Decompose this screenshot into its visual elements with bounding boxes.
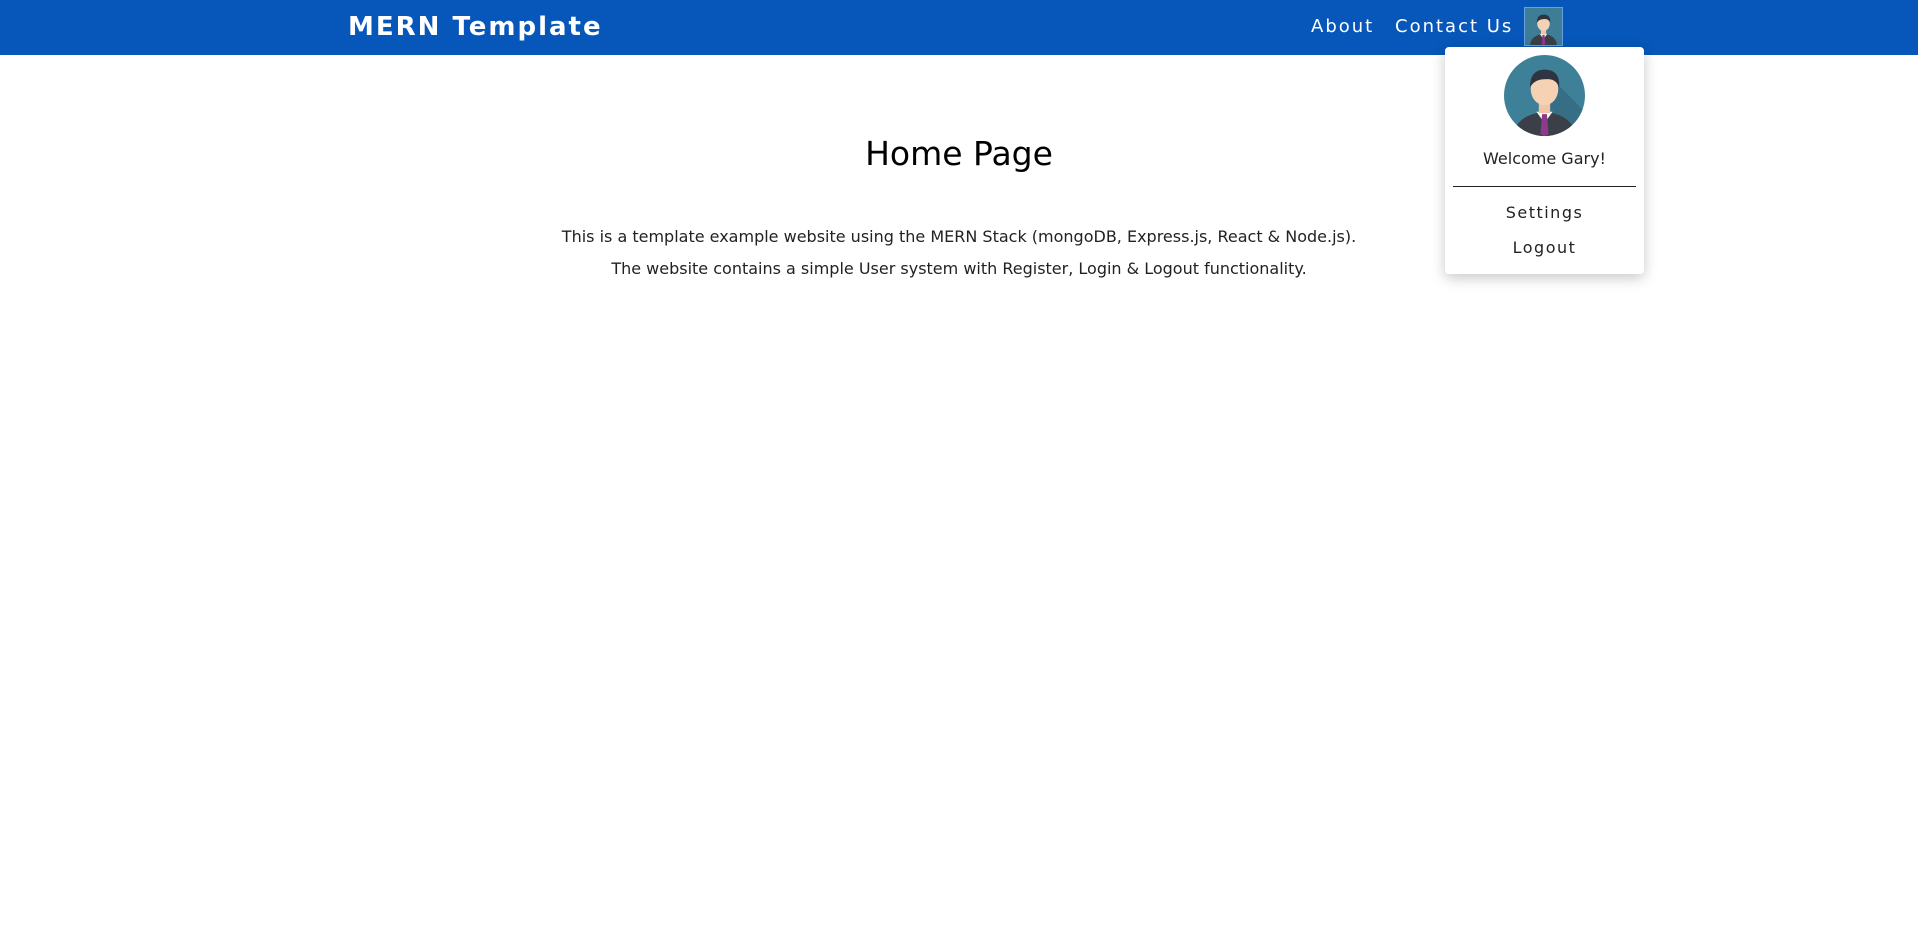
nav-link-contact-us[interactable]: Contact Us bbox=[1395, 15, 1513, 39]
user-avatar-icon bbox=[1525, 8, 1562, 45]
nav-link-about[interactable]: About bbox=[1311, 15, 1374, 39]
page-title: Home Page bbox=[865, 134, 1053, 173]
user-avatar-icon bbox=[1504, 55, 1585, 136]
menu-divider bbox=[1453, 186, 1636, 187]
description-line: The website contains a simple User syste… bbox=[611, 259, 1307, 278]
menu-item-settings[interactable]: Settings bbox=[1445, 201, 1644, 225]
description-line: This is a template example website using… bbox=[561, 227, 1357, 246]
user-avatar-button[interactable] bbox=[1524, 7, 1563, 46]
brand-link[interactable]: MERN Template bbox=[348, 10, 603, 44]
